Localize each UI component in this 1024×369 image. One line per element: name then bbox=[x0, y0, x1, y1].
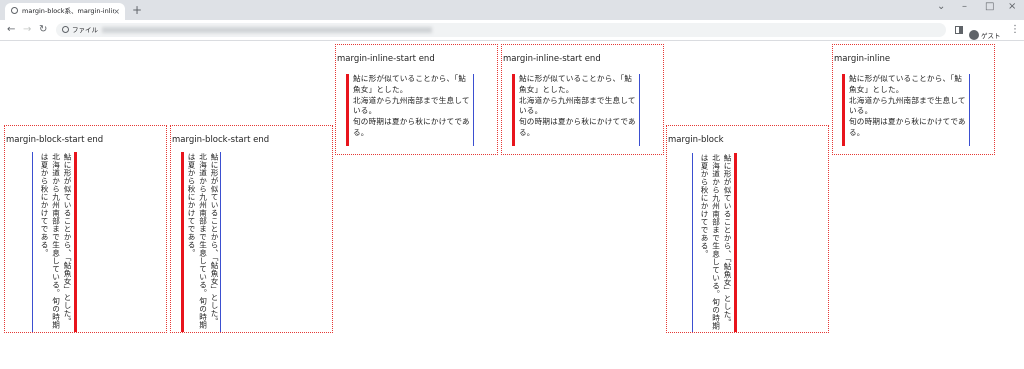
sentence-1: 鮎に形が似ていることから、「鮎魚女」とした。 bbox=[519, 74, 633, 94]
forward-arrow-icon[interactable]: → bbox=[23, 24, 31, 36]
vertical-paragraph: 鮎に形が似ていることから、「鮎魚女」とした。北海道から九州南部まで生息している。… bbox=[692, 153, 737, 332]
demo-box-4: margin-inline-start end 鮎に形が似ていることから、「鮎魚… bbox=[501, 44, 664, 155]
horizontal-paragraph: 鮎に形が似ていることから、「鮎魚女」とした。 北海道から九州南部まで生息している。… bbox=[346, 74, 474, 146]
sentence-3: 旬の時期は夏から秋にかけてである。 bbox=[519, 117, 636, 137]
sentence-2: 北海道から九州南部まで生息している。 bbox=[51, 153, 61, 297]
demo-box-2: margin-block-start end 鮎に形が似ていることから、「鮎魚女… bbox=[170, 125, 333, 333]
side-panel-icon[interactable] bbox=[955, 26, 963, 34]
minimize-button[interactable]: – bbox=[962, 1, 967, 13]
box-caption: margin-block-start end bbox=[6, 135, 104, 145]
tab-title: margin-block系、margin-inline系 bbox=[22, 7, 114, 15]
sentence-1: 鮎に形が似ていることから、「鮎魚女」とした。 bbox=[849, 74, 963, 94]
tab-search-icon[interactable]: ⌄ bbox=[937, 1, 945, 13]
back-arrow-icon[interactable]: ← bbox=[7, 24, 15, 36]
sentence-2: 北海道から九州南部まで生息している。 bbox=[711, 154, 721, 298]
vertical-paragraph: 鮎に形が似ていることから、「鮎魚女」とした。北海道から九州南部まで生息している。… bbox=[32, 152, 77, 332]
sentence-3: 旬の時期は夏から秋にかけてである。 bbox=[849, 117, 966, 137]
tab-close-icon[interactable]: × bbox=[113, 3, 120, 20]
globe-icon bbox=[11, 7, 18, 14]
box-caption: margin-inline bbox=[834, 54, 891, 64]
box-caption: margin-inline-start end bbox=[503, 54, 601, 64]
sentence-2: 北海道から九州南部まで生息している。 bbox=[849, 95, 966, 116]
profile-name: ゲスト bbox=[981, 31, 1001, 40]
demo-box-1: margin-block-start end 鮎に形が似ていることから、「鮎魚女… bbox=[4, 125, 167, 333]
new-tab-button[interactable]: + bbox=[132, 4, 142, 16]
address-bar[interactable]: ファイル bbox=[56, 23, 946, 37]
avatar-icon bbox=[969, 29, 979, 40]
box-caption: margin-block bbox=[668, 135, 724, 145]
address-prefix: ファイル bbox=[72, 26, 98, 34]
horizontal-paragraph: 鮎に形が似ていることから、「鮎魚女」とした。 北海道から九州南部まで生息している。… bbox=[842, 74, 970, 146]
sentence-1: 鮎に形が似ていることから、「鮎魚女」とした。 bbox=[353, 74, 467, 94]
toolbar: ← → ↻ ファイル ゲスト ⋮ bbox=[0, 20, 1024, 41]
sentence-3: 旬の時期は夏から秋にかけてである。 bbox=[353, 117, 470, 137]
profile-button[interactable]: ゲスト bbox=[969, 24, 1001, 43]
sentence-1: 鮎に形が似ていることから、「鮎魚女」とした。 bbox=[723, 154, 732, 327]
tab-strip: margin-block系、margin-inline系 × + ⌄ – □ × bbox=[0, 0, 1024, 20]
maximize-button[interactable]: □ bbox=[985, 1, 994, 13]
demo-box-5: margin-block 鮎に形が似ていることから、「鮎魚女」とした。北海道から… bbox=[666, 125, 829, 333]
reload-icon[interactable]: ↻ bbox=[39, 24, 47, 36]
vertical-paragraph: 鮎に形が似ていることから、「鮎魚女」とした。北海道から九州南部まで生息している。… bbox=[181, 152, 221, 332]
horizontal-paragraph: 鮎に形が似ていることから、「鮎魚女」とした。 北海道から九州南部まで生息している。… bbox=[512, 74, 640, 146]
box-caption: margin-block-start end bbox=[172, 135, 270, 145]
sentence-2: 北海道から九州南部まで生息している。 bbox=[519, 95, 636, 116]
sentence-2: 北海道から九州南部まで生息している。 bbox=[353, 95, 470, 116]
demo-box-6: margin-inline 鮎に形が似ていることから、「鮎魚女」とした。 北海道か… bbox=[832, 44, 995, 155]
demo-box-3: margin-inline-start end 鮎に形が似ていることから、「鮎魚… bbox=[335, 44, 498, 155]
sentence-1: 鮎に形が似ていることから、「鮎魚女」とした。 bbox=[210, 153, 219, 326]
box-caption: margin-inline-start end bbox=[337, 54, 435, 64]
sentence-2: 北海道から九州南部まで生息している。 bbox=[198, 153, 208, 297]
menu-icon[interactable]: ⋮ bbox=[1010, 24, 1020, 36]
browser-tab[interactable]: margin-block系、margin-inline系 × bbox=[5, 3, 125, 20]
sentence-1: 鮎に形が似ていることから、「鮎魚女」とした。 bbox=[63, 153, 72, 326]
close-window-button[interactable]: × bbox=[1008, 1, 1016, 13]
info-icon[interactable] bbox=[62, 26, 69, 33]
blurred-url bbox=[102, 27, 432, 33]
